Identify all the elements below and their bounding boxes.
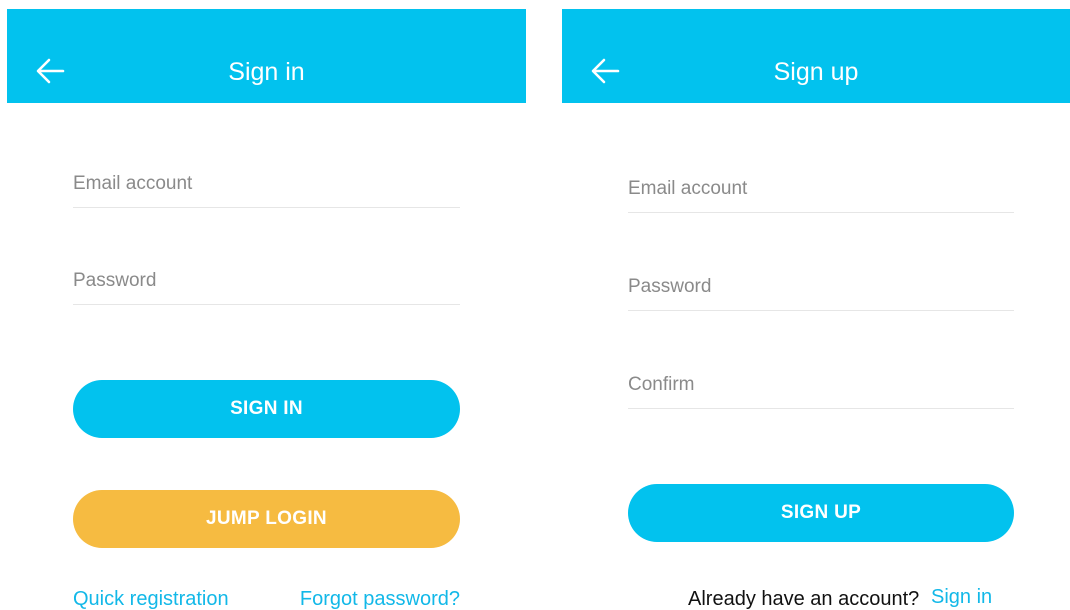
signin-link[interactable]: Sign in bbox=[931, 585, 992, 609]
signup-back-button[interactable] bbox=[586, 51, 626, 91]
signup-confirm-input[interactable] bbox=[628, 363, 1014, 407]
signup-page-title: Sign up bbox=[773, 58, 859, 86]
signup-screen: Sign up SIGN UP Already have an account?… bbox=[562, 9, 1070, 610]
signin-app-bar: Sign in bbox=[7, 9, 526, 103]
signup-email-field-wrapper bbox=[628, 167, 1014, 213]
signin-button[interactable]: SIGN IN bbox=[73, 380, 460, 438]
signin-password-field-wrapper bbox=[73, 259, 460, 305]
signup-email-input[interactable] bbox=[628, 167, 1014, 211]
quick-registration-link[interactable]: Quick registration bbox=[73, 587, 229, 610]
already-have-account-text: Already have an account? bbox=[688, 588, 920, 610]
signin-page-title: Sign in bbox=[228, 58, 305, 86]
signup-password-field-wrapper bbox=[628, 265, 1014, 311]
signin-email-field-wrapper bbox=[73, 162, 460, 208]
jump-login-button[interactable]: JUMP LOGIN bbox=[73, 490, 460, 548]
signin-back-button[interactable] bbox=[31, 51, 71, 91]
signin-screen: Sign in SIGN IN JUMP LOGIN Quick registr… bbox=[7, 9, 526, 610]
signup-confirm-field-wrapper bbox=[628, 363, 1014, 409]
signin-email-input[interactable] bbox=[73, 162, 460, 206]
signup-app-bar: Sign up bbox=[562, 9, 1070, 103]
signup-button[interactable]: SIGN UP bbox=[628, 484, 1014, 542]
arrow-left-icon bbox=[591, 58, 620, 84]
signup-password-input[interactable] bbox=[628, 265, 1014, 309]
forgot-password-link[interactable]: Forgot password? bbox=[300, 587, 460, 610]
signin-password-input[interactable] bbox=[73, 259, 460, 303]
arrow-left-icon bbox=[36, 58, 65, 84]
